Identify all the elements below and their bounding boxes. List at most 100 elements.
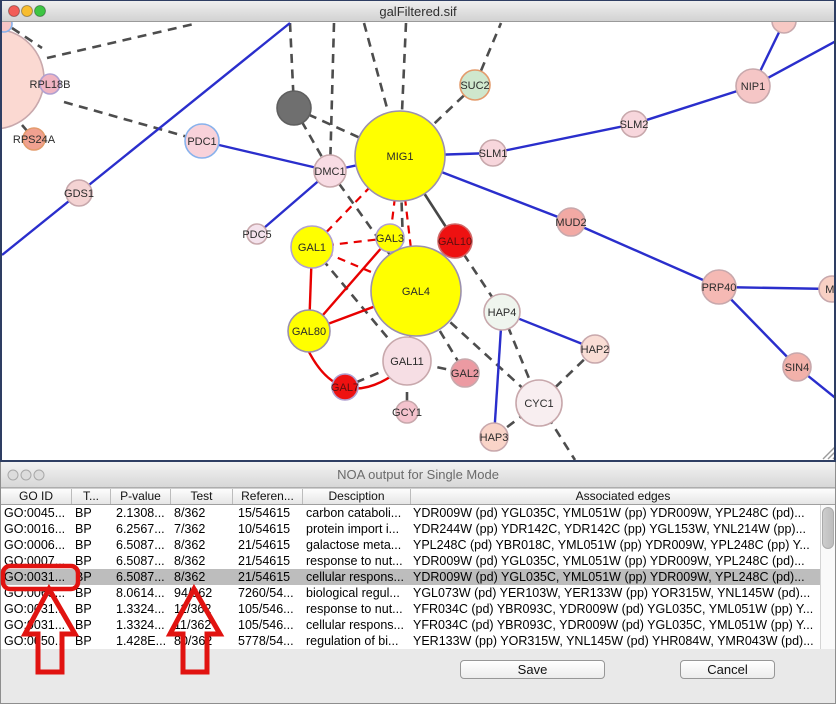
node-unlabeled-top[interactable] (772, 22, 796, 33)
cell-desciption: response to nut... (303, 601, 411, 617)
table-row[interactable]: GO:0031...BP1.3324...11/362105/546...cel… (1, 617, 835, 633)
edge[interactable] (330, 23, 334, 171)
cell-reference: 21/54615 (233, 569, 303, 585)
cell-go-id: GO:0065... (1, 585, 72, 601)
inactive-traffic-lights (5, 468, 53, 484)
cell-type: BP (72, 585, 111, 601)
node-label: PDC5 (242, 229, 271, 241)
edge[interactable] (64, 102, 202, 141)
network-canvas[interactable]: RPL18B RPS24A GDS1 PDC1 DMC1 MIG1 SUC2 S… (2, 22, 834, 460)
minimize-button-icon[interactable] (22, 6, 33, 17)
table-row[interactable]: GO:0065...BP8.0614...94/3627260/54...bio… (1, 585, 835, 601)
cell-type: BP (72, 601, 111, 617)
resize-grip-icon[interactable] (823, 447, 834, 459)
node-label: CYC1 (524, 398, 553, 410)
cell-reference: 10/54615 (233, 521, 303, 537)
cancel-button[interactable]: Cancel (680, 660, 775, 679)
node-unlabeled-dark[interactable] (277, 91, 311, 125)
node-label: HAP3 (480, 432, 509, 444)
cell-desciption: cellular respons... (303, 569, 411, 585)
noa-output-window: NOA output for Single Mode GO ID T... P-… (0, 462, 836, 704)
edge[interactable] (634, 86, 753, 124)
cell-desciption: galactose meta... (303, 537, 411, 553)
cell-test: 7/362 (171, 521, 233, 537)
table-row[interactable]: GO:0045...BP2.1308...8/36215/54615carbon… (1, 505, 835, 521)
cell-p-value: 6.5087... (111, 537, 171, 553)
cell-go-id: GO:0031... (1, 601, 72, 617)
cell-p-value: 8.0614... (111, 585, 171, 601)
cell-associated-edges: YGL073W (pd) YER103W, YER133W (pp) YOR31… (411, 585, 835, 601)
traffic-lights (6, 4, 54, 18)
cell-associated-edges: YPL248C (pd) YBR018C, YML051W (pp) YDR00… (411, 537, 835, 553)
node-label: GDS1 (64, 188, 94, 200)
column-header-desciption[interactable]: Desciption (303, 489, 411, 504)
vertical-scrollbar[interactable] (820, 505, 835, 649)
cell-p-value: 1.428E... (111, 633, 171, 649)
node-label: GCY1 (392, 407, 422, 419)
cell-type: BP (72, 553, 111, 569)
button-panel: Save Cancel (1, 649, 835, 703)
edge[interactable] (493, 124, 634, 153)
column-header-p-value[interactable]: P-value (111, 489, 171, 504)
cell-desciption: protein import i... (303, 521, 411, 537)
cell-type: BP (72, 505, 111, 521)
column-header-test[interactable]: Test (171, 489, 233, 504)
node-label: GAL1 (298, 242, 326, 254)
column-header-reference[interactable]: Referen... (233, 489, 303, 504)
cell-associated-edges: YER133W (pp) YOR315W, YNL145W (pd) YHR08… (411, 633, 835, 649)
table-header: GO ID T... P-value Test Referen... Desci… (1, 488, 835, 505)
table-row[interactable]: GO:0007...BP6.5087...8/36221/54615respon… (1, 553, 835, 569)
node-label: RPS24A (13, 134, 56, 146)
cell-type: BP (72, 633, 111, 649)
cell-type: BP (72, 569, 111, 585)
cell-go-id: GO:0007... (1, 553, 72, 569)
close-button-icon[interactable] (8, 470, 18, 480)
minimize-button-icon[interactable] (21, 470, 31, 480)
cell-go-id: GO:0045... (1, 505, 72, 521)
node-label: SLM1 (479, 148, 508, 160)
column-header-type[interactable]: T... (72, 489, 111, 504)
table-row[interactable]: GO:0016...BP6.2567...7/36210/54615protei… (1, 521, 835, 537)
table-row[interactable]: GO:0050...BP1.428E...80/3625778/54...reg… (1, 633, 835, 649)
node-unlabeled-corner[interactable] (2, 22, 12, 32)
cell-test: 8/362 (171, 505, 233, 521)
cell-reference: 15/54615 (233, 505, 303, 521)
cell-type: BP (72, 617, 111, 633)
edge[interactable] (571, 222, 719, 287)
column-header-go-id[interactable]: GO ID (1, 489, 72, 504)
table-row[interactable]: GO:0031...BP1.3324...11/362105/546...res… (1, 601, 835, 617)
node-label: NIP1 (741, 81, 765, 93)
cell-test: 8/362 (171, 553, 233, 569)
cell-test: 80/362 (171, 633, 233, 649)
zoom-button-icon[interactable] (34, 470, 44, 480)
noa-titlebar[interactable]: NOA output for Single Mode (1, 462, 835, 488)
edge[interactable] (47, 23, 198, 58)
cell-reference: 21/54615 (233, 537, 303, 553)
cell-desciption: biological regul... (303, 585, 411, 601)
cell-associated-edges: YFR034C (pd) YBR093C, YDR009W (pd) YGL03… (411, 601, 835, 617)
cell-test: 94/362 (171, 585, 233, 601)
table-row-selected[interactable]: GO:0031...BP6.5087...8/36221/54615cellul… (1, 569, 835, 585)
network-window: galFiltered.sif (0, 0, 836, 462)
cell-desciption: regulation of bi... (303, 633, 411, 649)
cell-associated-edges: YDR009W (pd) YGL035C, YML051W (pp) YDR00… (411, 569, 835, 585)
column-header-associated-edges[interactable]: Associated edges (411, 489, 835, 504)
cell-desciption: response to nut... (303, 553, 411, 569)
network-titlebar[interactable]: galFiltered.sif (2, 1, 834, 22)
table-row[interactable]: GO:0006...BP6.5087...8/36221/54615galact… (1, 537, 835, 553)
close-button-icon[interactable] (9, 6, 20, 17)
cell-associated-edges: YDR244W (pp) YDR142C, YDR142C (pp) YGL15… (411, 521, 835, 537)
cell-type: BP (72, 521, 111, 537)
edge[interactable] (202, 141, 330, 171)
save-button[interactable]: Save (460, 660, 605, 679)
cell-p-value: 1.3324... (111, 617, 171, 633)
node-label: HAP4 (488, 307, 517, 319)
node-label: MSI (825, 284, 834, 296)
node-label: GAL3 (376, 233, 404, 245)
node-label: SLM2 (620, 119, 649, 131)
cell-desciption: carbon cataboli... (303, 505, 411, 521)
node-label: PRP40 (702, 282, 737, 294)
scrollbar-thumb[interactable] (822, 507, 834, 549)
zoom-button-icon[interactable] (35, 6, 46, 17)
cell-go-id: GO:0031... (1, 569, 72, 585)
